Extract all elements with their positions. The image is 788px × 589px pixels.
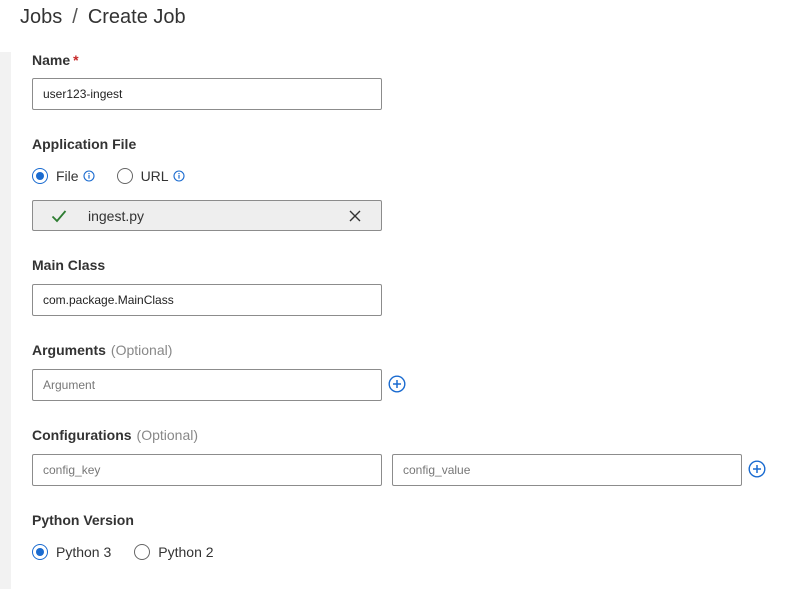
close-icon[interactable] (349, 210, 361, 222)
arguments-optional-text: (Optional) (110, 342, 173, 358)
name-label: Name * (32, 52, 79, 68)
main-class-input[interactable]: com.package.MainClass (32, 284, 382, 316)
name-input[interactable]: user123-ingest (32, 78, 382, 110)
add-circle-icon (748, 460, 766, 478)
python2-radio[interactable] (134, 544, 151, 560)
python2-radio-label[interactable]: Python 2 (158, 544, 213, 560)
python3-radio-label[interactable]: Python 3 (56, 544, 111, 560)
url-info-icon[interactable] (173, 170, 185, 182)
python3-radio[interactable] (32, 544, 48, 560)
file-info-icon[interactable] (83, 170, 95, 182)
configurations-optional-text: (Optional) (136, 427, 199, 443)
uploaded-file-item: ingest.py (32, 200, 382, 231)
required-marker: * (73, 52, 79, 68)
configurations-label: Configurations (Optional) (32, 427, 198, 443)
file-radio-label[interactable]: File (56, 168, 79, 184)
breadcrumb-separator: / (72, 6, 78, 28)
file-radio[interactable] (32, 168, 48, 184)
add-circle-icon (388, 375, 406, 393)
url-radio-label[interactable]: URL (141, 168, 169, 184)
config-value-input[interactable]: config_value (392, 454, 742, 486)
breadcrumb: Jobs / Create Job (20, 6, 186, 29)
config-key-input[interactable]: config_key (32, 454, 382, 486)
python-version-radio-group: Python 3 Python 2 (32, 544, 214, 560)
uploaded-file-name: ingest.py (88, 207, 145, 224)
left-rail (0, 52, 11, 589)
page-title: Create Job (87, 6, 186, 28)
python-version-label: Python Version (32, 512, 134, 528)
argument-input[interactable]: Argument (32, 369, 382, 401)
main-class-label: Main Class (32, 257, 106, 273)
check-icon (51, 209, 67, 223)
application-file-label: Application File (32, 136, 137, 152)
arguments-label-text: Arguments (32, 342, 106, 358)
breadcrumb-jobs-link[interactable]: Jobs (20, 6, 62, 29)
url-radio[interactable] (116, 168, 133, 184)
configurations-label-text: Configurations (32, 427, 132, 443)
add-argument-button[interactable] (388, 375, 406, 393)
arguments-label: Arguments (Optional) (32, 342, 172, 358)
add-configuration-button[interactable] (748, 460, 766, 478)
name-label-text: Name (32, 52, 71, 68)
application-file-radio-group: File URL (32, 168, 185, 184)
